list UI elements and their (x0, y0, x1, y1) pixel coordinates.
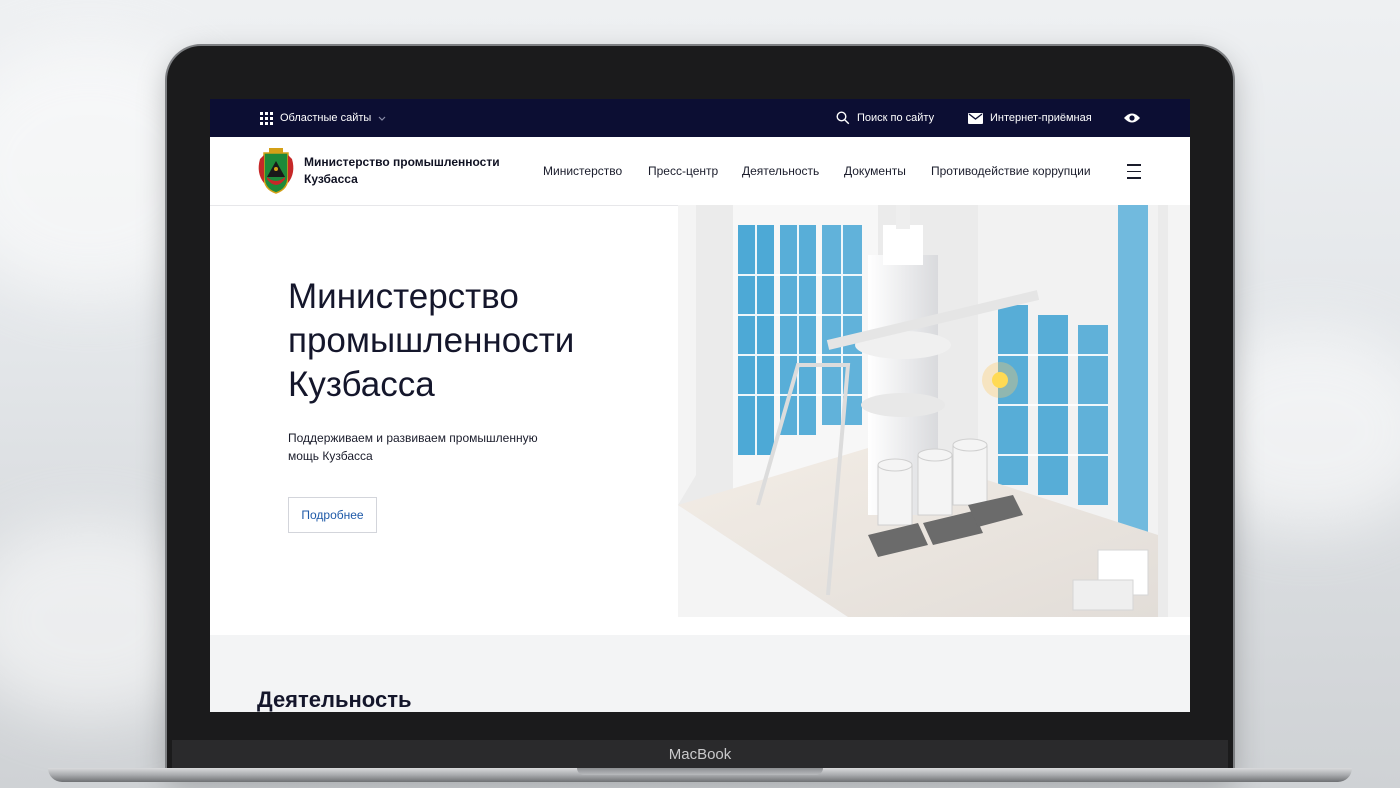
site-header: Министерство промышленности Кузбасса Мин… (210, 137, 1190, 206)
ministry-logo-text[interactable]: Министерство промышленности Кузбасса (304, 154, 514, 188)
nav-label: Пресс-центр (648, 164, 719, 178)
section-title: Деятельность (257, 687, 412, 712)
laptop-base-notch (577, 768, 823, 775)
device-label: MacBook (668, 746, 732, 763)
hero-subtitle: Поддерживаем и развиваем промышленную мо… (288, 429, 578, 465)
hero-title: Министерство промышленности Кузбасса (288, 275, 668, 407)
mail-icon (968, 112, 983, 124)
hero-title-line: Кузбасса (288, 365, 435, 404)
macbook-chin: MacBook (172, 740, 1228, 770)
search-icon (836, 111, 850, 125)
chevron-down-icon (378, 116, 386, 121)
hero-title-line: промышленности (288, 321, 575, 360)
hero-title-line: Министерство (288, 277, 519, 316)
nav-item-ministry[interactable]: Министерство (543, 137, 622, 205)
grid-icon (260, 111, 273, 125)
nav-label: Документы (844, 164, 906, 178)
logo-line-1: Министерство промышленности (304, 155, 500, 169)
hero-subtitle-line: Поддерживаем и развиваем промышленную (288, 431, 538, 445)
website-screen: Областные сайты Поиск по сайту Интернет-… (210, 99, 1190, 712)
more-button-label: Подробнее (301, 508, 364, 522)
site-search-button[interactable]: Поиск по сайту (836, 99, 934, 137)
internet-reception-link[interactable]: Интернет-приёмная (968, 99, 1092, 137)
nav-label: Деятельность (742, 164, 820, 178)
reception-label: Интернет-приёмная (990, 112, 1092, 124)
activities-section: Деятельность (210, 635, 1190, 712)
nav-item-anti-corruption[interactable]: Противодействие коррупции (931, 137, 1091, 205)
search-label: Поиск по сайту (857, 112, 935, 124)
nav-item-press-center[interactable]: Пресс-центр (648, 137, 718, 205)
hero-subtitle-line: мощь Кузбасса (288, 449, 373, 463)
more-button[interactable]: Подробнее (288, 497, 377, 533)
logo-line-2: Кузбасса (304, 172, 358, 186)
utility-bar: Областные сайты Поиск по сайту Интернет-… (210, 99, 1190, 137)
burger-menu-icon[interactable] (1127, 164, 1141, 184)
nav-label: Противодействие коррупции (931, 164, 1091, 178)
nav-item-documents[interactable]: Документы (844, 137, 906, 205)
regional-sites-button[interactable]: Областные сайты (260, 99, 386, 137)
nav-label: Министерство (543, 164, 623, 178)
accessibility-toggle[interactable] (1123, 99, 1141, 137)
factory-illustration (678, 205, 1190, 617)
nav-item-activities[interactable]: Деятельность (742, 137, 819, 205)
coat-of-arms-logo[interactable] (256, 147, 296, 195)
regional-sites-label: Областные сайты (280, 112, 372, 124)
eye-icon (1124, 113, 1140, 123)
